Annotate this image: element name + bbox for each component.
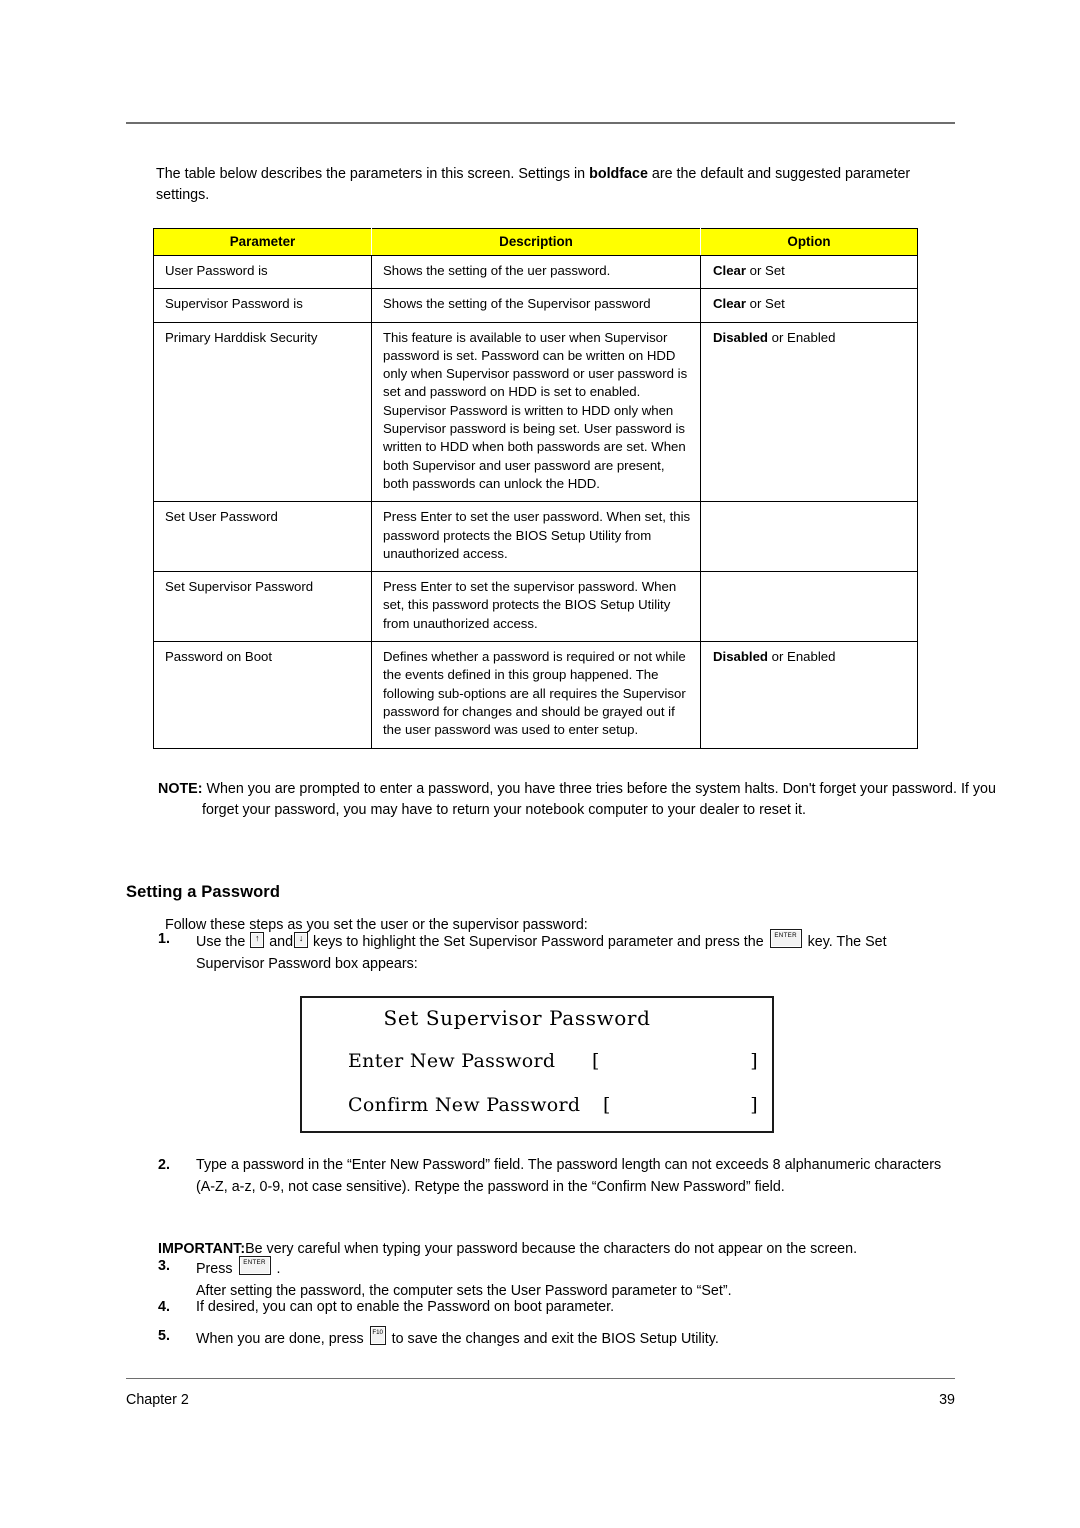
table-row: Password on Boot Defines whether a passw… <box>153 641 918 749</box>
arrow-up-key-icon: ↑ <box>250 932 265 948</box>
enter-key-icon: ENTER <box>238 1256 271 1275</box>
option-default: Clear <box>713 263 746 278</box>
footer-chapter-label: Chapter 2 <box>126 1392 189 1408</box>
important-text: Be very careful when typing your passwor… <box>245 1241 858 1258</box>
step-3: 3. Press ENTER . After setting the passw… <box>158 1256 958 1302</box>
intro-paragraph: The table below describes the parameters… <box>156 164 956 206</box>
footer-page-number: 39 <box>939 1392 955 1408</box>
step-4: 4. If desired, you can opt to enable the… <box>158 1297 958 1319</box>
section-heading: Setting a Password <box>126 882 281 901</box>
bios-enter-new-password-label: Enter New Password <box>348 1050 556 1072</box>
table-row: User Password is Shows the setting of th… <box>153 254 918 290</box>
note-text: When you are prompted to enter a passwor… <box>202 781 996 819</box>
note-label: NOTE: <box>158 781 203 798</box>
cell-option: Clear or Set <box>700 254 918 290</box>
cell-parameter: Set User Password <box>153 501 372 573</box>
step-1: 1. Use the ↑ and ↓ keys to highlight the … <box>158 929 958 975</box>
column-header-option: Option <box>700 228 918 256</box>
table-row: Supervisor Password is Shows the setting… <box>153 288 918 323</box>
bios-dialog-title: Set Supervisor Password <box>383 1006 651 1030</box>
step-body: Press ENTER . <box>196 1256 958 1281</box>
cell-parameter: Password on Boot <box>153 641 372 749</box>
table-header-row: Parameter Description Option <box>153 228 918 256</box>
footer-rule <box>126 1378 955 1379</box>
cell-option: Disabled or Enabled <box>700 641 918 749</box>
bios-enter-new-password-row: Enter New Password [] <box>348 1050 758 1072</box>
table-row: Primary Harddisk Security This feature i… <box>153 321 918 503</box>
f10-key-icon: F10 <box>369 1326 386 1345</box>
step5-text-1: When you are done, press <box>196 1331 368 1347</box>
option-alternatives: or Enabled <box>767 649 836 665</box>
cell-description: This feature is available to user when S… <box>371 321 701 503</box>
option-alternatives: or Set <box>746 263 785 278</box>
intro-text-before: The table below describes the parameters… <box>156 166 590 183</box>
important-label: IMPORTANT: <box>158 1241 246 1258</box>
cell-description: Press Enter to set the user password. Wh… <box>371 501 701 573</box>
parameters-table: Parameter Description Option User Passwo… <box>153 228 918 749</box>
cell-description: Defines whether a password is required o… <box>371 641 701 749</box>
intro-bold-word: boldface <box>589 166 648 183</box>
option-alternatives: or Enabled <box>767 329 836 345</box>
step1-text-2: and <box>265 934 294 950</box>
cell-parameter: Supervisor Password is <box>153 288 372 323</box>
step-number: 3. <box>158 1258 170 1274</box>
cell-option <box>700 571 918 643</box>
bios-confirm-new-password-row: Confirm New Password [] <box>348 1094 758 1116</box>
document-page: The table below describes the parameters… <box>0 0 1080 1528</box>
step-number: 5. <box>158 1328 170 1344</box>
bracket-left: [ <box>592 1050 600 1072</box>
option-default: Clear <box>713 296 746 312</box>
bios-set-supervisor-password-dialog: Set Supervisor Password Enter New Passwo… <box>300 996 774 1133</box>
step1-text-1: Use the <box>196 934 250 950</box>
step-body: When you are done, press F10 to save the… <box>196 1326 958 1351</box>
arrow-down-key-icon: ↓ <box>294 932 309 948</box>
step-body: If desired, you can opt to enable the Pa… <box>196 1299 615 1315</box>
enter-key-icon: ENTER <box>769 929 802 948</box>
step-5: 5. When you are done, press F10 to save … <box>158 1326 958 1351</box>
step3-text-2: . <box>272 1261 281 1277</box>
cell-parameter: Primary Harddisk Security <box>153 321 372 503</box>
cell-description: Shows the setting of the uer password. <box>371 254 701 290</box>
header-rule <box>126 122 955 124</box>
cell-option <box>700 501 918 573</box>
column-header-parameter: Parameter <box>153 228 372 256</box>
bracket-left: [ <box>603 1094 611 1116</box>
step5-text-2: to save the changes and exit the BIOS Se… <box>387 1331 719 1347</box>
option-alternatives: or Set <box>746 296 785 312</box>
column-header-description: Description <box>371 228 701 256</box>
cell-description: Press Enter to set the supervisor passwo… <box>371 571 701 643</box>
step-body: Use the ↑ and ↓ keys to highlight the Set… <box>196 929 958 975</box>
option-default: Disabled <box>713 649 768 665</box>
step3-text-1: Press <box>196 1261 237 1277</box>
step-number: 1. <box>158 931 170 947</box>
bracket-right: ] <box>750 1094 758 1116</box>
step1-text-3: keys to highlight the Set Supervisor Pas… <box>309 934 768 950</box>
cell-parameter: Set Supervisor Password <box>153 571 372 643</box>
cell-parameter: User Password is <box>153 254 372 290</box>
bios-confirm-new-password-label: Confirm New Password <box>348 1094 581 1116</box>
table-row: Set User Password Press Enter to set the… <box>153 501 918 573</box>
cell-description: Shows the setting of the Supervisor pass… <box>371 288 701 323</box>
cell-option: Clear or Set <box>700 288 918 323</box>
option-default: Disabled <box>713 329 768 345</box>
step-number: 2. <box>158 1157 170 1173</box>
table-row: Set Supervisor Password Press Enter to s… <box>153 571 918 643</box>
step-body: Type a password in the “Enter New Passwo… <box>196 1157 942 1195</box>
cell-option: Disabled or Enabled <box>700 321 918 503</box>
step-2: 2. Type a password in the “Enter New Pas… <box>158 1155 958 1198</box>
step-number: 4. <box>158 1299 170 1315</box>
bracket-right: ] <box>750 1050 758 1072</box>
note-block: NOTE: When you are prompted to enter a p… <box>158 779 1002 821</box>
